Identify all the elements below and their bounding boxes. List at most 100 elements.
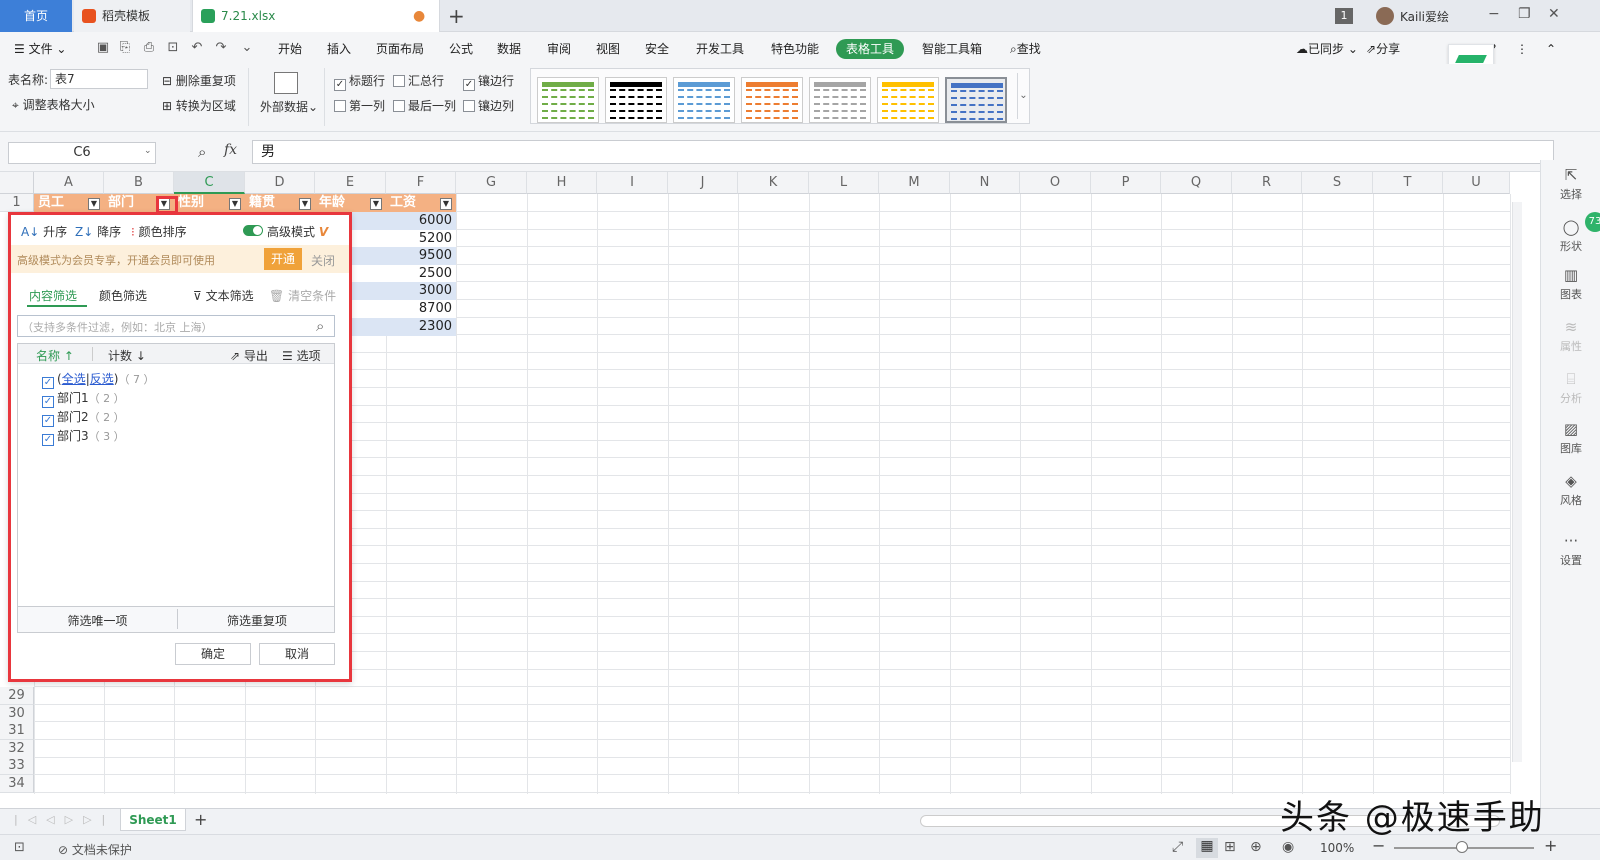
more-icon[interactable]: ⋮ — [1516, 39, 1528, 59]
checkbox-header-row[interactable]: ✓ 标题行 — [334, 73, 385, 91]
menu-view[interactable]: 视图 — [596, 39, 620, 59]
checkbox-last-column[interactable]: 最后一列 — [393, 98, 456, 114]
fullscreen-icon[interactable]: ⤢ — [1172, 839, 1183, 855]
column-header-a[interactable]: A — [34, 172, 104, 194]
table-cell[interactable]: 5200 — [386, 229, 456, 248]
filter-duplicate-button[interactable]: 筛选重复项 — [178, 612, 336, 629]
column-header-b[interactable]: B — [104, 172, 174, 194]
sidebar-item-settings[interactable]: ··· 设置 — [1541, 532, 1600, 568]
eye-protect-icon[interactable]: ◉ — [1282, 839, 1294, 855]
clear-conditions-button[interactable]: 🗑 清空条件 — [269, 287, 336, 304]
checkbox-banded-columns[interactable]: 镶边列 — [463, 98, 514, 114]
column-header-p[interactable]: P — [1091, 172, 1161, 194]
filter-dropdown-icon[interactable]: ▼ — [88, 198, 100, 210]
row-header[interactable]: 32 — [0, 739, 34, 758]
restore-button[interactable]: ❐ — [1518, 6, 1531, 22]
cancel-button[interactable]: 取消 — [259, 643, 335, 665]
sidebar-item-analysis[interactable]: ⌸ 分析 — [1541, 370, 1600, 406]
tab-template[interactable]: 稻壳模板 — [74, 0, 190, 32]
row-header[interactable]: 31 — [0, 722, 34, 741]
search-menu[interactable]: ⌕查找 — [1010, 39, 1041, 59]
column-header-t[interactable]: T — [1373, 172, 1443, 194]
filter-dropdown-icon[interactable]: ▼ — [440, 198, 452, 210]
user-name[interactable]: Kaili爱绘 — [1400, 8, 1449, 25]
tab-home[interactable]: 首页 — [0, 0, 72, 32]
row-header[interactable]: 1 — [0, 194, 34, 212]
tab-content-filter[interactable]: 内容筛选 — [29, 287, 77, 304]
table-header-cell[interactable]: 员工 ▼ — [34, 194, 104, 212]
customize-dropdown-icon[interactable]: ⌄ — [240, 41, 254, 55]
column-header-m[interactable]: M — [879, 172, 950, 194]
table-cell[interactable]: 2500 — [386, 264, 456, 283]
column-header-f[interactable]: F — [386, 172, 456, 194]
share-button[interactable]: ⇗分享 — [1366, 39, 1400, 59]
sort-by-name-button[interactable]: 名称 ↑ — [36, 347, 74, 364]
new-tab-button[interactable]: + — [448, 4, 465, 28]
sort-descending-button[interactable]: Z↓ 降序 — [75, 223, 121, 240]
checkbox-first-column[interactable]: 第一列 — [334, 98, 385, 114]
filter-dropdown-icon[interactable]: ▼ — [370, 198, 382, 210]
advanced-mode-toggle[interactable]: 高级模式 V — [243, 223, 328, 240]
sheet-tab-sheet1[interactable]: Sheet1 — [120, 809, 186, 831]
row-header[interactable]: 29 — [0, 687, 34, 705]
table-cell[interactable]: 8700 — [386, 300, 456, 318]
menu-formula[interactable]: 公式 — [449, 39, 473, 59]
row-header[interactable]: 33 — [0, 757, 34, 776]
column-header-n[interactable]: N — [950, 172, 1020, 194]
close-banner-button[interactable]: 关闭 — [311, 252, 335, 269]
table-cell[interactable]: 6000 — [386, 212, 456, 230]
sync-status[interactable]: ☁已同步 ⌄ — [1296, 39, 1358, 59]
column-header-q[interactable]: Q — [1161, 172, 1232, 194]
gallery-expand-icon[interactable]: ⌄ — [1017, 73, 1029, 119]
filter-dropdown-icon[interactable]: ▼ — [229, 198, 241, 210]
export-pdf-icon[interactable]: ⎘ — [118, 41, 132, 55]
menu-start[interactable]: 开始 — [278, 39, 302, 59]
sidebar-item-chart[interactable]: ▥ 图表 — [1541, 266, 1600, 302]
table-style-swatch[interactable] — [809, 77, 871, 123]
chevron-down-icon[interactable]: ⌄ — [144, 146, 152, 156]
column-header-c[interactable]: C — [174, 172, 245, 194]
print-preview-icon[interactable]: ⊡ — [166, 41, 180, 55]
column-header-r[interactable]: R — [1232, 172, 1302, 194]
list-item[interactable]: ✓ 部门2（ 2 ） — [42, 408, 125, 427]
color-sort-button[interactable]: ⁝ 颜色排序 — [131, 223, 187, 240]
avatar[interactable] — [1376, 7, 1394, 25]
column-header-i[interactable]: I — [597, 172, 668, 194]
column-header-o[interactable]: O — [1020, 172, 1091, 194]
table-cell[interactable]: 9500 — [386, 247, 456, 266]
select-all-item[interactable]: ✓ (全选|反选)（ 7 ） — [42, 370, 154, 389]
select-all-corner[interactable] — [0, 172, 34, 194]
table-header-cell[interactable]: 年龄 ▼ — [315, 194, 386, 212]
menu-developer[interactable]: 开发工具 — [696, 39, 744, 59]
window-count-badge[interactable]: 1 — [1335, 8, 1353, 24]
list-item[interactable]: ✓ 部门3（ 3 ） — [42, 427, 125, 446]
table-header-cell[interactable]: 籍贯 ▼ — [245, 194, 315, 212]
column-header-j[interactable]: J — [668, 172, 738, 194]
zoom-in-button[interactable]: + — [1544, 836, 1557, 855]
sidebar-item-select[interactable]: ⇱ 选择 — [1541, 166, 1600, 202]
checkbox-total-row[interactable]: 汇总行 — [393, 73, 444, 89]
add-sheet-icon[interactable]: + — [194, 810, 207, 829]
sidebar-item-style[interactable]: ◈ 风格 — [1541, 472, 1600, 508]
menu-table-tools[interactable]: 表格工具 — [836, 39, 905, 59]
remove-duplicates-button[interactable]: ⊟ 删除重复项 — [162, 73, 236, 89]
select-all-link[interactable]: 全选 — [62, 372, 86, 386]
print-icon[interactable]: ⎙ — [142, 41, 156, 55]
menu-insert[interactable]: 插入 — [327, 39, 351, 59]
collapse-ribbon-icon[interactable]: ⌃ — [1546, 39, 1556, 59]
name-box[interactable]: C6 — [8, 142, 156, 164]
sidebar-item-properties[interactable]: ≋ 属性 — [1541, 318, 1600, 354]
page-break-view-icon[interactable]: ⊞ — [1224, 839, 1236, 855]
table-header-cell[interactable]: 工资 ▼ — [386, 194, 456, 212]
fx-label[interactable]: fx — [224, 142, 237, 158]
column-header-h[interactable]: H — [527, 172, 597, 194]
notification-badge[interactable]: 73 — [1585, 212, 1600, 232]
column-header-g[interactable]: G — [456, 172, 527, 194]
table-style-swatch[interactable] — [605, 77, 667, 123]
vertical-scrollbar[interactable] — [1512, 202, 1522, 762]
table-style-swatch[interactable] — [945, 77, 1007, 123]
convert-to-range-button[interactable]: ⊞ 转换为区域 — [162, 98, 236, 114]
text-filter-button[interactable]: ⊽ 文本筛选 — [193, 287, 254, 304]
sort-ascending-button[interactable]: A↓ 升序 — [21, 223, 67, 240]
normal-view-icon[interactable]: ▦ — [1196, 838, 1218, 858]
